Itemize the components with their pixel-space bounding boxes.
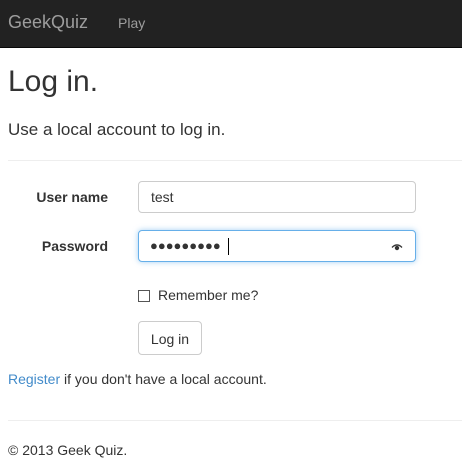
remember-me-label[interactable]: Remember me? xyxy=(158,286,258,304)
register-text: if you don't have a local account. xyxy=(60,371,267,387)
login-button[interactable]: Log in xyxy=(138,321,202,355)
username-label: User name xyxy=(36,189,108,205)
username-value: test xyxy=(151,189,174,205)
password-value: ●●●●●●●●● xyxy=(150,238,221,253)
top-navbar: GeekQuiz Play xyxy=(0,0,462,48)
text-caret xyxy=(228,238,229,255)
eye-icon[interactable] xyxy=(391,241,403,253)
footer-copyright: © 2013 Geek Quiz. xyxy=(8,442,128,458)
divider xyxy=(8,160,462,161)
register-link[interactable]: Register xyxy=(8,371,60,387)
password-field[interactable]: ●●●●●●●●● xyxy=(138,230,416,262)
username-field[interactable]: test xyxy=(138,181,416,213)
nav-link-play[interactable]: Play xyxy=(118,14,145,32)
register-line: Register if you don't have a local accou… xyxy=(8,370,267,388)
remember-me-checkbox[interactable] xyxy=(138,290,150,302)
divider xyxy=(8,420,462,421)
page-title: Log in. xyxy=(8,65,99,98)
password-label: Password xyxy=(41,238,108,254)
page-subtitle: Use a local account to log in. xyxy=(8,120,226,139)
brand-link[interactable]: GeekQuiz xyxy=(8,12,88,32)
